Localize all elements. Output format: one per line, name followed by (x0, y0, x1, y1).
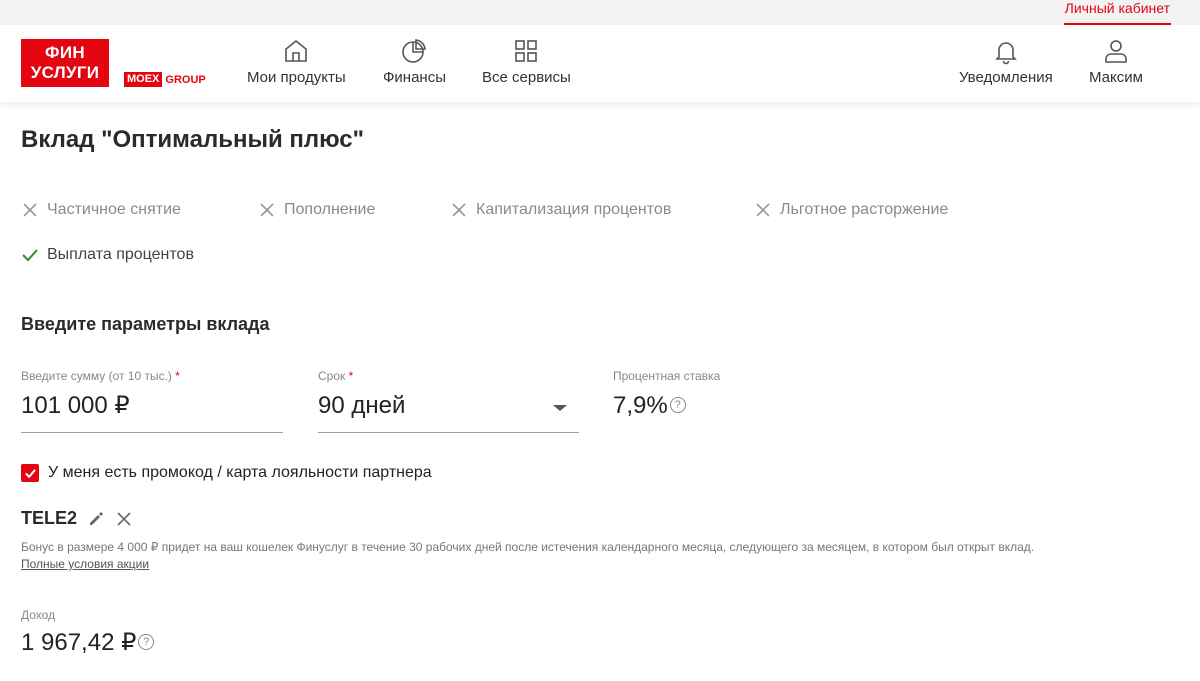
cross-icon (452, 203, 466, 217)
chevron-down-icon[interactable] (553, 405, 567, 411)
nav-notifications-label: Уведомления (959, 69, 1053, 86)
promo-code-value: TELE2 (21, 508, 78, 528)
logo-line-1: ФИН (45, 43, 85, 62)
amount-value: 101 000 ₽ (21, 392, 130, 419)
nav-all-services-label: Все сервисы (482, 69, 571, 86)
finuslugi-logo[interactable]: ФИН УСЛУГИ (21, 39, 109, 87)
home-icon (282, 37, 310, 65)
feature-capitalization: Капитализация процентов (450, 201, 671, 219)
amount-field[interactable]: Введите сумму (от 10 тыс.) * 101 000 ₽ (21, 369, 283, 433)
grid-icon (512, 37, 540, 65)
rate-value-row: 7,9%? (613, 391, 813, 423)
page-title: Вклад "Оптимальный плюс" (21, 126, 365, 153)
term-value: 90 дней (318, 392, 406, 419)
income-value-row: 1 967,42 ₽? (21, 628, 155, 657)
nav-my-products[interactable]: Мои продукты (247, 37, 346, 86)
bonus-description: Бонус в размере 4 000 ₽ придет на ваш ко… (21, 540, 1035, 554)
cross-icon (756, 203, 770, 217)
nav-user-profile[interactable]: Максим (1089, 37, 1143, 86)
help-icon[interactable]: ? (138, 633, 155, 650)
promo-checkbox-row[interactable]: У меня есть промокод / карта лояльности … (21, 464, 432, 482)
cross-icon (23, 203, 37, 217)
close-icon[interactable] (115, 510, 133, 528)
feature-label: Льготное расторжение (780, 201, 949, 218)
top-strip (0, 0, 1200, 25)
term-label-text: Срок (318, 369, 346, 383)
amount-label: Введите сумму (от 10 тыс.) * (21, 369, 283, 385)
required-mark: * (175, 369, 180, 383)
main-header: ФИН УСЛУГИ MOEX GROUP Мои продукты Финан… (0, 25, 1200, 102)
promo-checkbox-label: У меня есть промокод / карта лояльности … (48, 464, 432, 481)
feature-label: Частичное снятие (47, 201, 181, 218)
nav-finance-label: Финансы (383, 69, 446, 86)
feature-interest-payout: Выплата процентов (21, 246, 194, 264)
nav-all-services[interactable]: Все сервисы (482, 37, 571, 86)
term-select[interactable]: Срок * 90 дней (318, 369, 579, 433)
feature-label: Пополнение (284, 201, 376, 218)
amount-label-text: Введите сумму (от 10 тыс.) (21, 369, 172, 383)
logo-line-2: УСЛУГИ (30, 63, 100, 82)
rate-label: Процентная ставка (613, 369, 721, 383)
income-label: Доход (21, 608, 56, 622)
moex-group-logo: MOEX GROUP (124, 72, 206, 87)
income-value: 1 967,42 ₽ (21, 629, 137, 656)
group-label: GROUP (165, 73, 206, 86)
full-terms-link[interactable]: Полные условия акции (21, 557, 149, 571)
rate-value: 7,9% (613, 392, 668, 419)
feature-early-termination: Льготное расторжение (754, 201, 948, 219)
term-dropdown[interactable]: 90 дней (318, 391, 579, 433)
pencil-icon[interactable] (87, 510, 105, 528)
feature-replenishment: Пополнение (258, 201, 375, 219)
params-section-title: Введите параметры вклада (21, 314, 270, 334)
promo-checkbox[interactable] (21, 464, 39, 482)
moex-label: MOEX (124, 72, 163, 87)
nav-my-products-label: Мои продукты (247, 69, 346, 86)
nav-finance[interactable]: Финансы (383, 37, 446, 86)
user-icon (1102, 37, 1130, 65)
required-mark: * (348, 369, 354, 383)
nav-notifications[interactable]: Уведомления (959, 37, 1053, 86)
cross-icon (260, 203, 274, 217)
term-label: Срок * (318, 369, 579, 385)
personal-cabinet-link[interactable]: Личный кабинет (1063, 0, 1171, 25)
feature-label: Выплата процентов (47, 246, 194, 263)
checkmark-icon (24, 468, 36, 478)
amount-input[interactable]: 101 000 ₽ (21, 391, 283, 433)
feature-partial-withdrawal: Частичное снятие (21, 201, 181, 219)
help-icon[interactable]: ? (669, 396, 686, 413)
nav-user-label: Максим (1089, 69, 1143, 86)
pie-chart-icon (400, 37, 428, 65)
feature-label: Капитализация процентов (476, 201, 672, 218)
rate-field: Процентная ставка 7,9%? (613, 369, 813, 423)
bell-icon (992, 37, 1020, 65)
promo-code-row: TELE2 (21, 508, 133, 529)
check-icon (22, 249, 38, 262)
